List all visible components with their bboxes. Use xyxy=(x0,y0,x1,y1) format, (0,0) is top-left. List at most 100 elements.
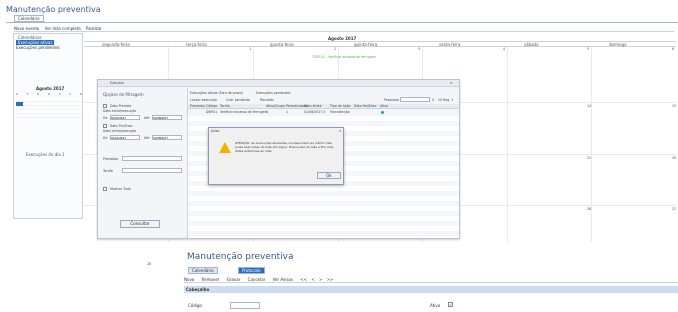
tab-calendario[interactable]: Calendário xyxy=(188,267,218,274)
dow-label: S xyxy=(16,92,18,96)
prev-page-button[interactable]: < xyxy=(311,277,314,282)
bottom-panel-title: Manutenção preventiva xyxy=(187,252,294,262)
dialog-title: Executar xyxy=(110,81,125,85)
day-number: 4 xyxy=(503,47,506,51)
day-number: 20 xyxy=(672,156,677,160)
mini-calendar-days[interactable] xyxy=(16,98,82,118)
ativo-checkbox[interactable]: ✓ xyxy=(448,302,453,307)
table-row[interactable]: DBP.01 Verificar excesso de ferrugem 1 1… xyxy=(188,110,459,115)
data-fim-checkbox[interactable] xyxy=(103,124,107,128)
codigo-input[interactable] xyxy=(230,302,260,309)
header-divider xyxy=(6,22,678,23)
ok-button[interactable]: Ok xyxy=(317,172,341,179)
close-icon[interactable]: ✕ xyxy=(339,129,342,133)
tab-label: Protocolo xyxy=(242,268,261,273)
cancelar-button[interactable]: Cancelar xyxy=(248,277,266,282)
date-to-input[interactable] xyxy=(152,115,182,120)
ver-avisos-button[interactable]: Ver Avisos xyxy=(273,277,293,282)
day-number: 13 xyxy=(672,104,677,108)
app-title: Manutenção preventiva xyxy=(6,5,101,14)
tarefa-input[interactable] xyxy=(122,168,182,173)
dow-label: S xyxy=(58,92,61,96)
search-icon[interactable]: ⚲ xyxy=(432,98,434,102)
table-cell: 1 xyxy=(266,110,269,114)
calendar-item-pending[interactable]: Execuções pendentes xyxy=(16,45,60,50)
recolher-button[interactable]: Recolher xyxy=(260,98,274,102)
day-number: 27 xyxy=(672,207,677,211)
date-from-input[interactable] xyxy=(110,115,140,120)
day-number: 14 xyxy=(587,104,592,108)
checkbox-label: Data Fim/Exec xyxy=(110,124,133,128)
table-cell: Verificar excesso de ferrugem xyxy=(220,110,268,114)
filter-label: Data início/execução xyxy=(103,109,137,113)
warning-icon xyxy=(219,142,231,153)
mini-calendar[interactable]: ST QQ SS D xyxy=(16,92,82,122)
grid-line xyxy=(591,47,592,242)
from-label: De xyxy=(103,116,108,120)
day-number: 2 xyxy=(334,47,337,51)
day-number: 5 xyxy=(587,47,590,51)
table-header: Prestador Código Tarefa Ativo/Grupo Peri… xyxy=(188,104,459,109)
column-header: Tarefa xyxy=(220,104,230,108)
close-icon[interactable]: ✕ xyxy=(450,81,453,85)
dow-label: Q xyxy=(36,92,40,96)
last-page-button[interactable]: >> xyxy=(327,277,334,282)
dialog-titlebar: Executar ✕ xyxy=(98,80,459,87)
calendar-header: Agosto 2017 segunda-feira terça-feira qu… xyxy=(84,36,676,47)
tab-pending-executions[interactable]: Execuções pendentes xyxy=(256,91,291,95)
prestador-input[interactable] xyxy=(122,156,182,161)
column-header: Ativo xyxy=(380,104,389,108)
day-number: 28 xyxy=(587,207,592,211)
tab-protocolo[interactable]: Protocolo xyxy=(238,267,265,274)
prestador-label: Prestador xyxy=(103,157,119,161)
calendar-event[interactable]: TSE0.01 - Verificar excesso de ferrugem xyxy=(312,55,376,59)
realizar-button[interactable]: Realizar xyxy=(86,26,102,31)
day-number: 21 xyxy=(587,156,592,160)
column-header: Código xyxy=(206,104,218,108)
status-dot-icon xyxy=(381,111,384,114)
first-page-button[interactable]: << xyxy=(300,277,307,282)
bottom-panel: Manutenção preventiva Calendário Protoco… xyxy=(180,252,678,312)
bottom-toolbar: Novo Remover Gravar Cancelar Ver Avisos … xyxy=(184,276,678,283)
table-cell: DBP.01 xyxy=(206,110,218,114)
view-list-button[interactable]: Ver lista completa xyxy=(45,26,81,31)
column-header: Data limite xyxy=(304,104,322,108)
day-number: 6 xyxy=(672,47,675,51)
next-page-button[interactable]: > xyxy=(319,277,322,282)
from-label: De xyxy=(103,136,108,140)
column-header: Ativo/Grupo xyxy=(266,104,285,108)
codigo-label: Código xyxy=(188,303,202,308)
filter-section-title: Opções de filtragem xyxy=(103,92,144,97)
remover-button[interactable]: Remover xyxy=(202,277,220,282)
tab-label: Calendário xyxy=(18,16,40,21)
tab-label: Calendário xyxy=(192,268,214,273)
dow-label: S xyxy=(69,92,72,96)
tarefa-label: Tarefa xyxy=(103,169,113,173)
ativo-label: Ativo xyxy=(430,303,441,308)
show-all-checkbox[interactable] xyxy=(103,187,107,191)
to-label: Até xyxy=(144,116,150,120)
search-input[interactable] xyxy=(400,97,430,102)
launch-execution-button[interactable]: Lançar execução xyxy=(190,98,217,102)
consultar-button[interactable]: Consultar xyxy=(120,220,160,228)
day-number: 1 xyxy=(249,47,252,51)
date-to-input-2[interactable] xyxy=(152,135,182,140)
mini-selected-day[interactable] xyxy=(16,102,23,106)
alert-title: Aviso xyxy=(211,129,220,133)
dow-label: Q xyxy=(47,92,51,96)
table-cell: 1 xyxy=(286,110,289,114)
date-from-input-2[interactable] xyxy=(110,135,140,140)
per-page-select[interactable]: 10 Reg. 1 xyxy=(438,98,453,102)
novo-button[interactable]: Novo xyxy=(184,277,194,282)
create-pending-button[interactable]: Criar pendente xyxy=(226,98,250,102)
gravar-button[interactable]: Gravar xyxy=(227,277,241,282)
tab-calendario[interactable]: Calendário xyxy=(14,15,44,22)
checkbox-label: Data Prevista xyxy=(110,104,132,108)
tab-active-executions[interactable]: Execuções ativas (Fora de prazo) xyxy=(190,91,243,95)
checkbox-label: Mostrar Tudo xyxy=(110,187,131,191)
sidebar: Calendários Execuções ativas Execuções p… xyxy=(13,33,83,219)
data-prevista-checkbox[interactable] xyxy=(103,104,107,108)
dow-label: T xyxy=(26,92,29,96)
new-event-button[interactable]: Novo evento xyxy=(14,26,39,31)
section-header: Cabeçalho xyxy=(184,286,678,293)
